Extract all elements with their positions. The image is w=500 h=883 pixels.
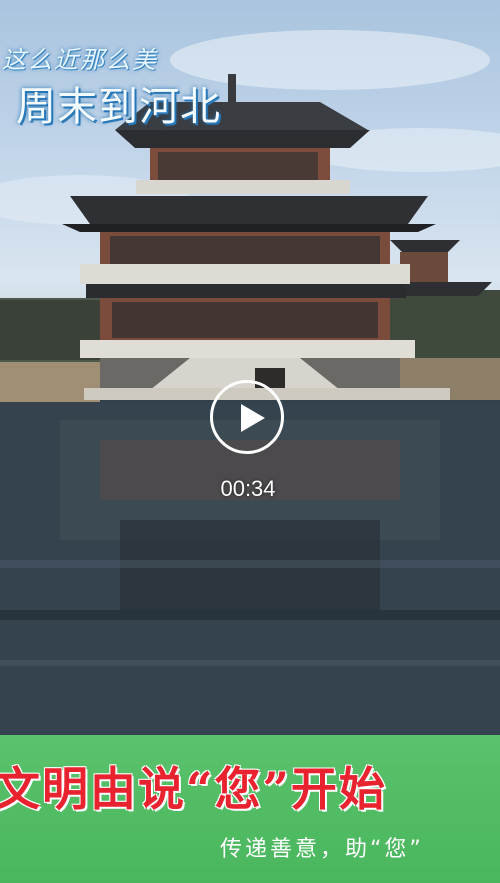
banner-subtext: 传递善意，助“您” <box>220 837 424 862</box>
video-duration: 00:34 <box>220 476 276 501</box>
play-button[interactable] <box>210 380 284 454</box>
promo-banner[interactable]: 文明由说“您”开始 传递善意，助“您” <box>0 735 500 883</box>
video-title-overlay: 这么近那么美 周末到河北 <box>2 40 242 140</box>
play-icon <box>241 404 265 432</box>
banner-slogan: 文明由说“您”开始 <box>0 762 387 816</box>
video-title-line1: 这么近那么美 <box>2 46 158 74</box>
video-post: 这么近那么美 周末到河北 00:34 文明由说“您”开始 传递善意，助“您” <box>0 0 500 883</box>
video-title-line2: 周末到河北 <box>16 84 221 130</box>
video-player[interactable]: 这么近那么美 周末到河北 00:34 <box>0 0 500 735</box>
